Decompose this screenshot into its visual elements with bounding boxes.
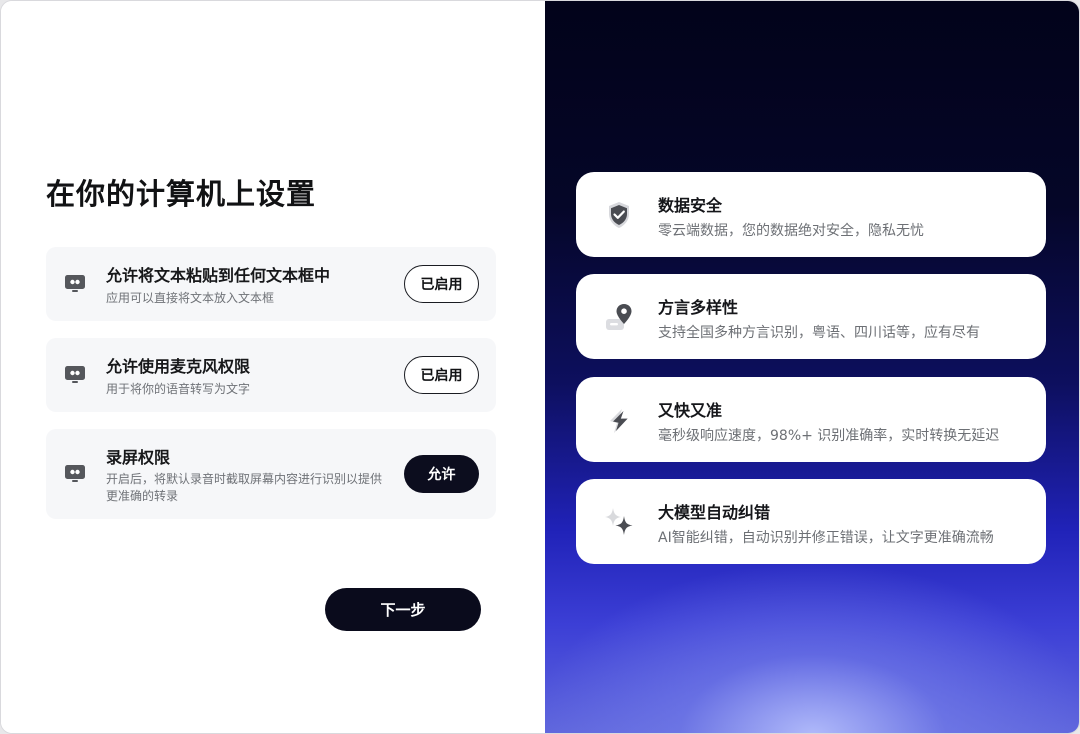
feature-card-dialects: 方言多样性 支持全国多种方言识别，粤语、四川话等，应有尽有 bbox=[576, 274, 1046, 359]
permission-description: 开启后，将默认录音时截取屏幕内容进行识别以提供更准确的转录 bbox=[106, 472, 383, 503]
feature-card-ai-correction: 大模型自动纠错 AI智能纠错，自动识别并修正错误，让文字更准确流畅 bbox=[576, 479, 1046, 564]
feature-title: 大模型自动纠错 bbox=[658, 503, 771, 522]
monitor-icon bbox=[63, 272, 87, 296]
features-panel: 数据安全 零云端数据，您的数据绝对安全，隐私无忧 方言多样性 支持全国多种方言识… bbox=[545, 1, 1079, 733]
screen-recording-allow-button[interactable]: 允许 bbox=[404, 455, 479, 493]
shield-check-icon bbox=[602, 198, 636, 232]
feature-title: 又快又准 bbox=[658, 401, 723, 420]
monitor-icon bbox=[63, 363, 87, 387]
feature-description: 零云端数据，您的数据绝对安全，隐私无忧 bbox=[658, 223, 924, 239]
permission-title: 允许使用麦克风权限 bbox=[106, 357, 251, 376]
map-pin-icon bbox=[602, 300, 636, 334]
feature-description: AI智能纠错，自动识别并修正错误，让文字更准确流畅 bbox=[658, 530, 994, 546]
feature-title: 方言多样性 bbox=[658, 298, 739, 317]
feature-card-fast-accurate: 又快又准 毫秒级响应速度，98%+ 识别准确率，实时转换无延迟 bbox=[576, 377, 1046, 462]
next-step-button[interactable]: 下一步 bbox=[325, 588, 481, 631]
permission-description: 应用可以直接将文本放入文本框 bbox=[106, 291, 275, 305]
paste-enabled-button[interactable]: 已启用 bbox=[404, 265, 479, 303]
microphone-enabled-button[interactable]: 已启用 bbox=[404, 356, 479, 394]
lightning-icon bbox=[602, 403, 636, 437]
app-window: 在你的计算机上设置 允许将文本粘贴到任何文本框中 应用可以直接将文本放入文本框 … bbox=[0, 0, 1080, 734]
sparkle-icon bbox=[602, 505, 636, 539]
permission-microphone: 允许使用麦克风权限 用于将你的语音转写为文字 已启用 bbox=[46, 338, 496, 412]
feature-card-data-security: 数据安全 零云端数据，您的数据绝对安全，隐私无忧 bbox=[576, 172, 1046, 257]
permission-title: 录屏权限 bbox=[106, 448, 171, 467]
permission-description: 用于将你的语音转写为文字 bbox=[106, 382, 251, 396]
feature-description: 支持全国多种方言识别，粤语、四川话等，应有尽有 bbox=[658, 325, 980, 341]
feature-description: 毫秒级响应速度，98%+ 识别准确率，实时转换无延迟 bbox=[658, 428, 1000, 444]
setup-panel: 在你的计算机上设置 允许将文本粘贴到任何文本框中 应用可以直接将文本放入文本框 … bbox=[1, 1, 545, 733]
monitor-icon bbox=[63, 462, 87, 486]
permission-paste-text: 允许将文本粘贴到任何文本框中 应用可以直接将文本放入文本框 已启用 bbox=[46, 247, 496, 321]
permission-title: 允许将文本粘贴到任何文本框中 bbox=[106, 266, 331, 285]
permission-screen-recording: 录屏权限 开启后，将默认录音时截取屏幕内容进行识别以提供更准确的转录 允许 bbox=[46, 429, 496, 519]
feature-title: 数据安全 bbox=[658, 196, 723, 215]
page-title: 在你的计算机上设置 bbox=[46, 177, 317, 211]
